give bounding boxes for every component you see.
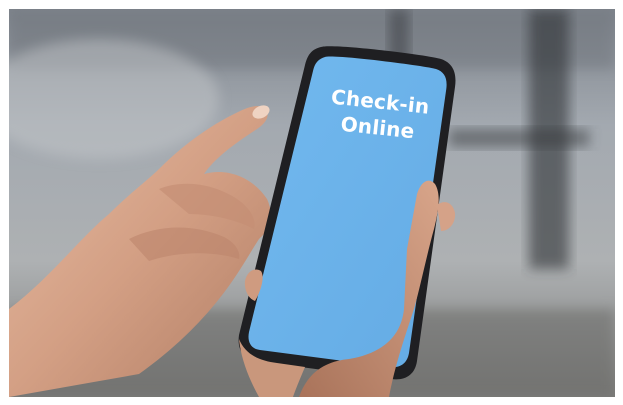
image-frame: Check-in Online	[0, 0, 623, 405]
photo-scene	[9, 9, 615, 397]
photo: Check-in Online	[9, 9, 615, 397]
